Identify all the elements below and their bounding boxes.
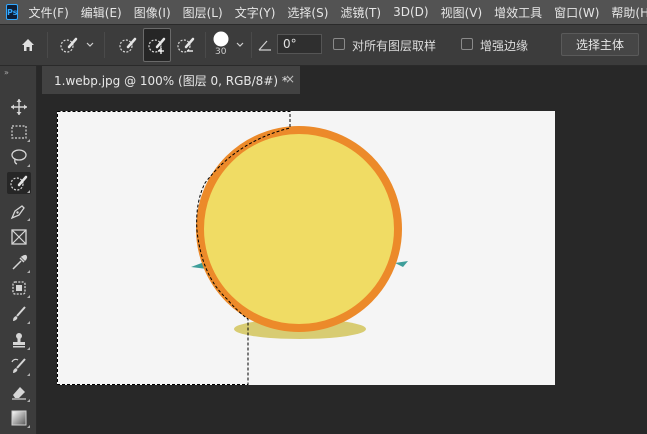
quick-selection-tool-icon[interactable]: [7, 172, 31, 194]
sample-all-layers-label: 对所有图层取样: [352, 39, 437, 53]
subtract-from-selection-icon[interactable]: [172, 24, 200, 66]
menu-window[interactable]: 窗口(W): [554, 4, 599, 21]
enhance-edge-label: 增强边缘: [480, 39, 529, 53]
new-selection-icon[interactable]: [114, 24, 142, 66]
photoshop-window: Ps 文件(F) 编辑(E) 图像(I) 图层(L) 文字(Y) 选择(S) 滤…: [0, 0, 647, 434]
document-canvas[interactable]: [57, 111, 555, 385]
frame-tool-icon[interactable]: [7, 226, 31, 248]
menu-type[interactable]: 文字(Y): [235, 4, 276, 21]
chevron-down-icon[interactable]: [234, 24, 246, 66]
teal-accent-right: [395, 261, 408, 267]
add-to-selection-icon[interactable]: [143, 28, 171, 62]
document-tab-title: 1.webp.jpg @ 100% (图层 0, RGB/8#) *: [54, 73, 288, 88]
pen-tool-icon[interactable]: [7, 200, 31, 222]
menu-help[interactable]: 帮助(H): [611, 4, 647, 21]
home-icon[interactable]: [14, 24, 42, 66]
clone-stamp-tool-icon[interactable]: [7, 329, 31, 351]
angle-input[interactable]: 0°: [277, 34, 322, 54]
rect-marquee-tool-icon[interactable]: [7, 121, 31, 143]
ps-logo: Ps: [6, 4, 19, 20]
menu-filter[interactable]: 滤镜(T): [340, 4, 381, 21]
menu-3d[interactable]: 3D(D): [393, 5, 428, 19]
brush-tool-icon[interactable]: [7, 303, 31, 325]
menu-edit[interactable]: 编辑(E): [81, 4, 122, 21]
sample-all-layers-checkbox[interactable]: [333, 38, 345, 50]
brush-size-value: 30: [215, 47, 227, 57]
select-subject-button[interactable]: 选择主体: [561, 33, 639, 56]
menu-plugins[interactable]: 增效工具: [494, 4, 542, 21]
close-icon[interactable]: ×: [285, 72, 295, 86]
tool-preset-icon[interactable]: [56, 24, 82, 66]
document-tab-bar: 1.webp.jpg @ 100% (图层 0, RGB/8#) * ×: [38, 66, 647, 94]
menu-bar: Ps 文件(F) 编辑(E) 图像(I) 图层(L) 文字(Y) 选择(S) 滤…: [0, 0, 647, 24]
angle-icon: [257, 24, 273, 66]
move-tool-icon[interactable]: [7, 96, 31, 118]
gradient-tool-icon[interactable]: [7, 407, 31, 429]
menu-layer[interactable]: 图层(L): [183, 4, 223, 21]
history-brush-tool-icon[interactable]: [7, 355, 31, 377]
menu-select[interactable]: 选择(S): [287, 4, 328, 21]
options-bar: [0, 24, 647, 66]
tools-panel: »: [0, 66, 37, 434]
eraser-tool-icon[interactable]: [7, 381, 31, 403]
eyedropper-tool-icon[interactable]: [7, 252, 31, 274]
menu-file[interactable]: 文件(F): [28, 4, 68, 21]
sun-circle: [196, 126, 402, 332]
menu-image[interactable]: 图像(I): [134, 4, 171, 21]
enhance-edge-checkbox[interactable]: [461, 38, 473, 50]
patch-tool-icon[interactable]: [7, 277, 31, 299]
menu-view[interactable]: 视图(V): [441, 4, 483, 21]
collapse-panel-icon[interactable]: »: [4, 68, 9, 77]
chevron-down-icon[interactable]: [84, 24, 96, 66]
lasso-tool-icon[interactable]: [7, 146, 31, 168]
document-tab[interactable]: 1.webp.jpg @ 100% (图层 0, RGB/8#) * ×: [42, 66, 300, 94]
